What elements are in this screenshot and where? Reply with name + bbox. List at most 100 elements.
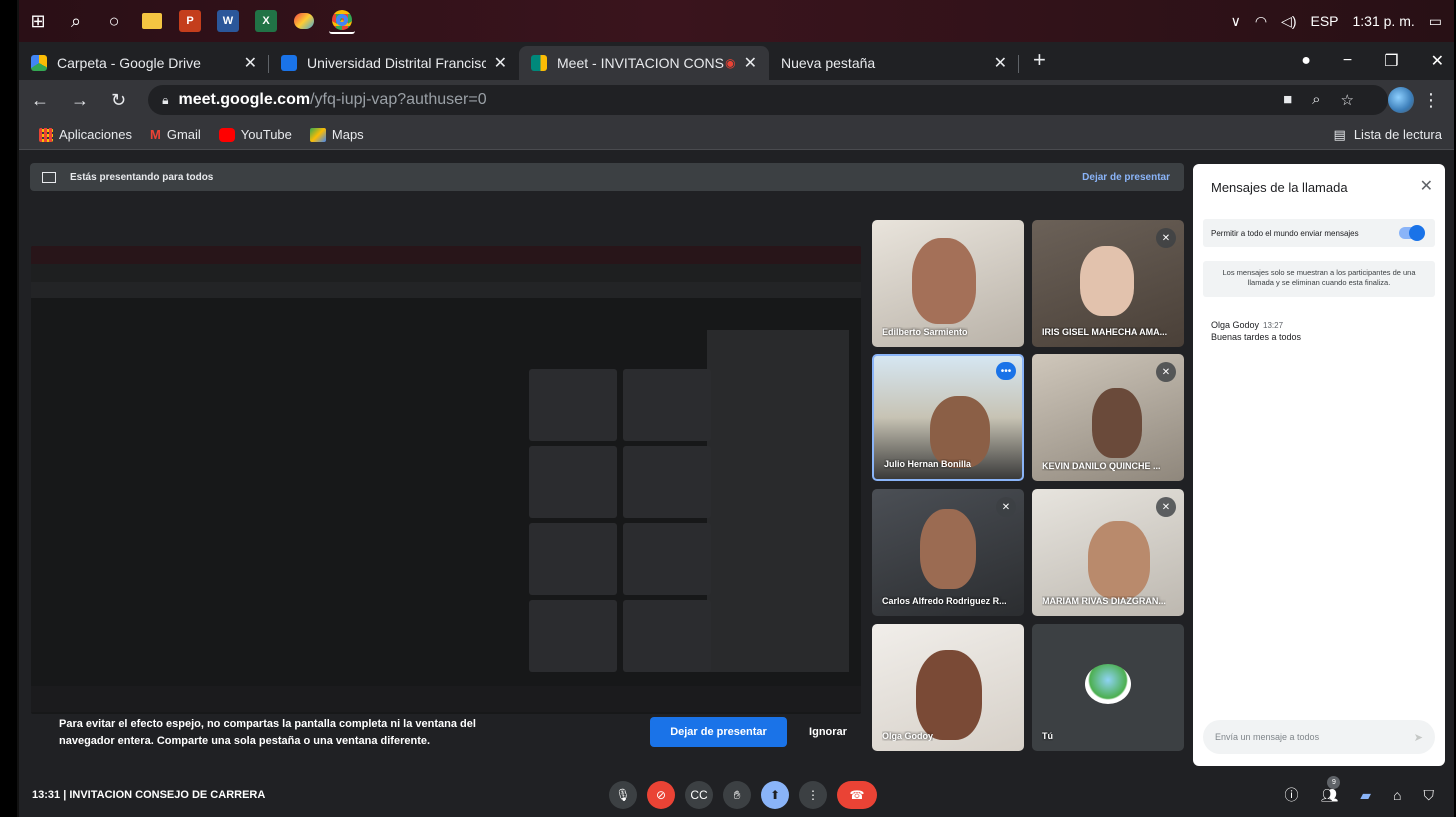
window-controls: ● − ❐ ✕ xyxy=(1301,42,1444,80)
new-tab-button[interactable]: + xyxy=(1033,47,1046,73)
meeting-info: 13:31 | INVITACION CONSEJO DE CARRERA xyxy=(32,789,266,801)
reading-list[interactable]: ▤ Lista de lectura xyxy=(1334,127,1442,143)
chat-input[interactable]: Envía un mensaje a todos ➤ xyxy=(1203,720,1435,754)
activities-icon[interactable]: ⌂ xyxy=(1393,787,1401,803)
clock[interactable]: 1:31 p. m. xyxy=(1353,13,1415,29)
participant-tile[interactable]: Edilberto Sarmiento xyxy=(872,220,1024,347)
address-bar[interactable]: 🔒︎ meet.google.com /yfq-iupj-vap?authuse… xyxy=(148,85,1389,115)
presenting-banner: Estás presentando para todos Dejar de pr… xyxy=(30,163,1184,191)
gmail-icon: M xyxy=(150,127,161,142)
chrome-icon[interactable] xyxy=(329,8,355,34)
apps-grid-icon xyxy=(39,127,53,142)
close-window-button[interactable]: ✕ xyxy=(1431,51,1444,71)
mic-off-icon: ✕ xyxy=(996,497,1016,517)
participant-tile-self[interactable]: Tú xyxy=(1032,624,1184,751)
minimize-button[interactable]: − xyxy=(1343,52,1352,70)
chat-info-note: Los mensajes solo se muestran a los part… xyxy=(1203,261,1435,297)
tab-title: Carpeta - Google Drive xyxy=(57,55,201,71)
screen: ⊞ ⌕ ○ P W X ∨ ◠ ◁) ESP 1:31 p. m. ▭ Carp… xyxy=(17,0,1454,817)
close-icon[interactable]: ✕ xyxy=(994,53,1007,73)
meet-controls-bar: 13:31 | INVITACION CONSEJO DE CARRERA 🎙︎… xyxy=(19,773,1454,817)
tab-title: Nueva pestaña xyxy=(781,55,876,71)
people-count: 9 xyxy=(1327,775,1341,789)
excel-icon[interactable]: X xyxy=(253,8,279,34)
reading-list-icon: ▤ xyxy=(1333,126,1346,142)
star-icon[interactable]: ☆ xyxy=(1341,91,1354,109)
mic-off-icon: ✕ xyxy=(1156,497,1176,517)
participant-tile[interactable]: ✕ IRIS GISEL MAHECHA AMA... xyxy=(1032,220,1184,347)
meet-icon xyxy=(531,55,547,71)
close-icon[interactable]: ✕ xyxy=(1420,176,1433,196)
more-options-button[interactable]: ⋮ xyxy=(799,781,827,809)
microphone-button[interactable]: 🎙︎ xyxy=(609,781,637,809)
avatar[interactable] xyxy=(1388,87,1414,113)
windows-start-icon[interactable]: ⊞ xyxy=(25,8,51,34)
present-icon xyxy=(42,171,56,183)
participant-tile[interactable]: Olga Godoy xyxy=(872,624,1024,751)
bookmark-apps[interactable]: Aplicaciones xyxy=(39,127,132,142)
info-icon[interactable]: ⓘ xyxy=(1284,785,1298,805)
zoom-icon[interactable]: ⌕ xyxy=(1312,91,1320,109)
tab-meet[interactable]: Meet - INVITACION CONSEJ ◉ ✕ xyxy=(519,46,769,80)
host-controls-icon[interactable]: ⛉ xyxy=(1424,787,1435,804)
tab-universidad[interactable]: Universidad Distrital Francisco Jo ✕ xyxy=(269,46,519,80)
close-icon[interactable]: ✕ xyxy=(494,53,507,73)
maps-icon xyxy=(309,127,326,142)
close-icon[interactable]: ✕ xyxy=(244,53,257,73)
forward-icon[interactable]: → xyxy=(71,90,89,111)
present-button[interactable]: ⬆ xyxy=(761,781,789,809)
participant-tile[interactable]: ••• Julio Hernan Bonilla xyxy=(872,354,1024,481)
participant-tile[interactable]: ✕ Carlos Alfredo Rodriguez R... xyxy=(872,489,1024,616)
close-icon[interactable]: ✕ xyxy=(744,53,757,73)
url-domain: meet.google.com xyxy=(178,91,311,108)
windows-taskbar: ⊞ ⌕ ○ P W X ∨ ◠ ◁) ESP 1:31 p. m. ▭ xyxy=(19,0,1454,42)
restore-button[interactable]: ❐ xyxy=(1384,51,1398,71)
ignore-button[interactable]: Ignorar xyxy=(792,717,864,747)
lock-icon: 🔒︎ xyxy=(162,92,169,107)
camera-off-button[interactable]: ⊘ xyxy=(647,781,675,809)
chrome-profile-icon[interactable]: ● xyxy=(1301,52,1311,70)
leave-call-button[interactable]: ☎︎ xyxy=(837,781,877,809)
bookmarks-bar: Aplicaciones M Gmail YouTube Maps ▤ List… xyxy=(19,120,1454,150)
mirror-warning-text: Para evitar el efecto espejo, no compart… xyxy=(59,718,476,747)
tab-new[interactable]: Nueva pestaña ✕ xyxy=(769,46,1019,80)
people-button[interactable]: 👥︎ 9 xyxy=(1320,775,1341,804)
stop-presenting-link[interactable]: Dejar de presentar xyxy=(1082,172,1170,183)
more-options-icon[interactable]: ••• xyxy=(996,362,1016,380)
language-indicator[interactable]: ESP xyxy=(1310,13,1338,29)
tab-title: Meet - INVITACION CONSEJ xyxy=(557,55,726,71)
search-icon[interactable]: ⌕ xyxy=(63,8,89,34)
participant-tile[interactable]: ✕ KEVIN DANILO QUINCHE ... xyxy=(1032,354,1184,481)
participant-tile[interactable]: ✕ MARIAM RIVAS DIAZGRAN... xyxy=(1032,489,1184,616)
allow-messages-label: Permitir a todo el mundo enviar mensajes xyxy=(1211,228,1359,238)
notifications-icon[interactable]: ▭ xyxy=(1429,13,1442,30)
send-icon[interactable]: ➤ xyxy=(1414,731,1423,744)
camera-icon[interactable]: ■ xyxy=(1283,91,1292,109)
tab-google-drive[interactable]: Carpeta - Google Drive ✕ xyxy=(19,46,269,80)
raise-hand-button[interactable]: ✋︎ xyxy=(723,781,751,809)
wifi-icon[interactable]: ◠ xyxy=(1255,13,1267,30)
presenting-text: Estás presentando para todos xyxy=(70,171,214,183)
recording-icon: ◉ xyxy=(725,56,736,70)
cortana-icon[interactable]: ○ xyxy=(101,8,127,34)
powerpoint-icon[interactable]: P xyxy=(177,8,203,34)
allow-messages-row: Permitir a todo el mundo enviar mensajes xyxy=(1203,219,1435,247)
captions-button[interactable]: CC xyxy=(685,781,713,809)
menu-icon[interactable]: ⋮ xyxy=(1422,90,1440,111)
paint-icon[interactable] xyxy=(291,8,317,34)
system-tray: ∨ ◠ ◁) ESP 1:31 p. m. ▭ xyxy=(1231,0,1442,42)
bookmark-maps[interactable]: Maps xyxy=(309,127,364,142)
chevron-up-icon[interactable]: ∨ xyxy=(1231,13,1241,30)
mic-off-icon: ✕ xyxy=(1156,228,1176,248)
bookmark-gmail[interactable]: M Gmail xyxy=(150,127,201,142)
bookmark-youtube[interactable]: YouTube xyxy=(218,127,292,142)
chat-icon[interactable]: ▰ xyxy=(1360,787,1371,804)
word-icon[interactable]: W xyxy=(215,8,241,34)
file-explorer-icon[interactable] xyxy=(139,8,165,34)
back-icon[interactable]: ← xyxy=(31,90,49,111)
chat-panel: Mensajes de la llamada ✕ Permitir a todo… xyxy=(1193,164,1445,766)
stop-presenting-button[interactable]: Dejar de presentar xyxy=(650,717,787,747)
reload-icon[interactable]: ↻ xyxy=(111,90,126,111)
volume-icon[interactable]: ◁) xyxy=(1281,13,1296,30)
allow-messages-toggle[interactable] xyxy=(1399,225,1425,241)
